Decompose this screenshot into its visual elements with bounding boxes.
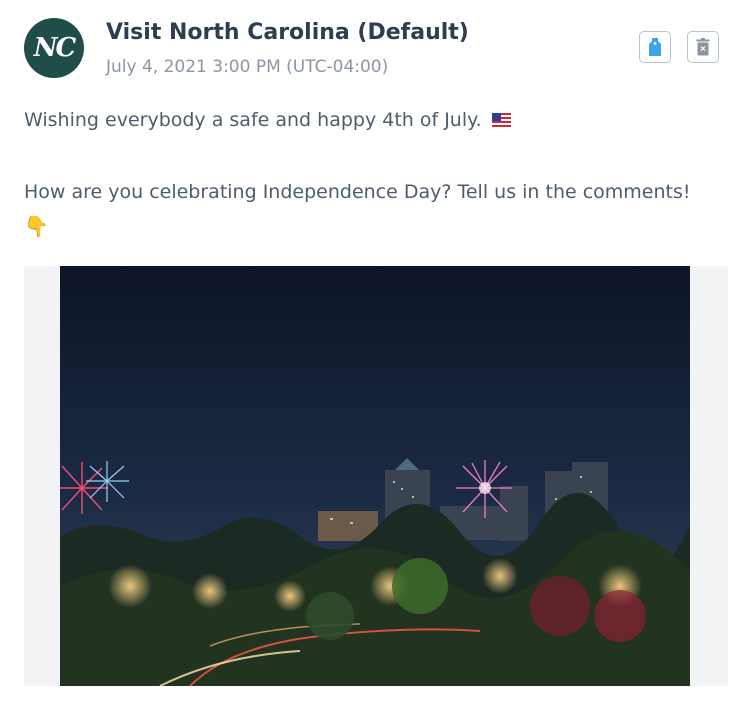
media-container bbox=[24, 266, 728, 686]
us-flag-icon bbox=[491, 113, 511, 127]
tag-icon bbox=[649, 38, 661, 56]
trash-icon bbox=[696, 38, 710, 56]
post-timestamp: July 4, 2021 3:00 PM (UTC-04:00) bbox=[106, 57, 389, 77]
caption-text: How are you celebrating Independence Day… bbox=[24, 181, 691, 203]
account-avatar: NC bbox=[24, 18, 84, 78]
caption-text: Wishing everybody a safe and happy 4th o… bbox=[24, 109, 482, 131]
post-caption-line1: Wishing everybody a safe and happy 4th o… bbox=[24, 103, 729, 137]
pointing-down-icon: 👇 bbox=[24, 214, 49, 238]
delete-button[interactable] bbox=[687, 31, 719, 63]
account-name: Visit North Carolina (Default) bbox=[106, 20, 469, 45]
post-caption-line2: How are you celebrating Independence Day… bbox=[24, 175, 729, 244]
tag-button[interactable] bbox=[639, 31, 671, 63]
avatar-initials: NC bbox=[33, 33, 76, 63]
post-photo[interactable] bbox=[60, 266, 690, 686]
